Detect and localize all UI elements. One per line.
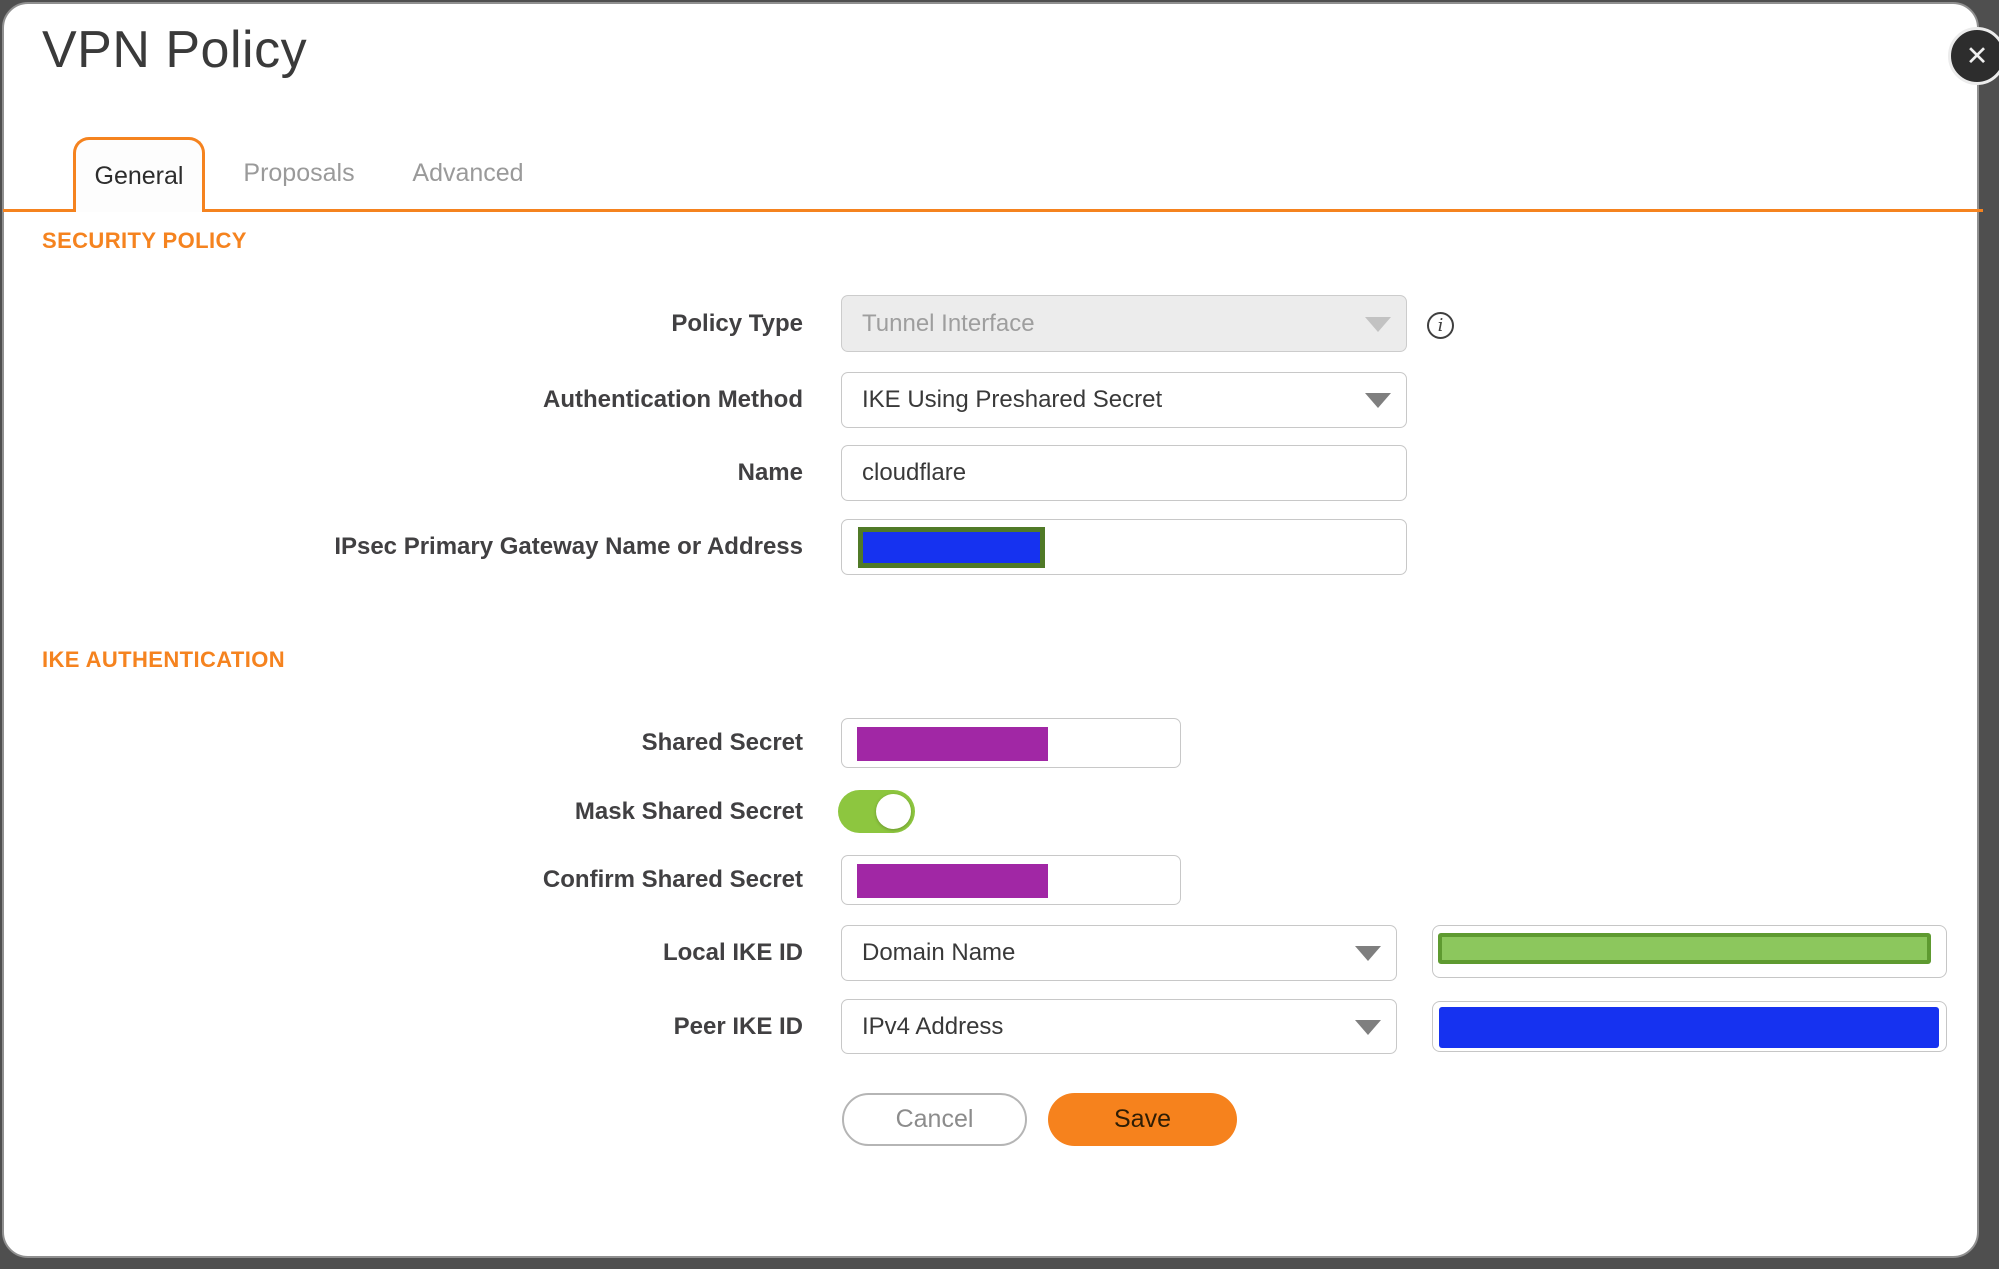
shared-secret-input[interactable]: [841, 718, 1181, 768]
page-title: VPN Policy: [42, 21, 308, 79]
chevron-down-icon: [1365, 393, 1391, 408]
shared-secret-redaction-box: [857, 727, 1048, 761]
section-ike-authentication: IKE AUTHENTICATION: [42, 647, 286, 672]
gateway-input[interactable]: [841, 519, 1407, 575]
local-ike-id-label: Local IKE ID: [662, 939, 803, 967]
chevron-down-icon: [1365, 316, 1391, 332]
name-label: Name: [737, 459, 803, 487]
local-ike-id-value-input[interactable]: [1432, 925, 1947, 978]
peer-ike-id-label: Peer IKE ID: [673, 1012, 803, 1040]
confirm-shared-secret-input[interactable]: [841, 855, 1181, 905]
tab-advanced[interactable]: Advanced: [402, 149, 534, 197]
close-icon: ✕: [1965, 40, 1989, 71]
gateway-label: IPsec Primary Gateway Name or Address: [334, 533, 803, 561]
tab-underline: [3, 209, 1983, 212]
auth-method-label: Authentication Method: [543, 386, 803, 414]
peer-ike-id-value-input[interactable]: [1432, 1001, 1947, 1052]
local-ike-id-select[interactable]: Domain Name: [841, 925, 1397, 981]
info-icon[interactable]: i: [1427, 312, 1454, 339]
tab-advanced-label: Advanced: [412, 158, 524, 187]
close-button[interactable]: ✕: [1948, 27, 1999, 85]
name-value: cloudflare: [862, 459, 967, 486]
local-ike-id-value: Domain Name: [862, 939, 1016, 966]
name-input[interactable]: cloudflare: [841, 445, 1407, 501]
policy-type-label: Policy Type: [671, 309, 803, 337]
toggle-knob: [876, 794, 911, 829]
tab-general[interactable]: General: [73, 137, 205, 212]
shared-secret-label: Shared Secret: [641, 729, 803, 757]
auth-method-value: IKE Using Preshared Secret: [862, 386, 1163, 413]
policy-type-value: Tunnel Interface: [862, 309, 1035, 337]
confirm-shared-secret-redaction-box: [857, 864, 1048, 898]
policy-type-select: Tunnel Interface: [841, 295, 1407, 352]
tab-proposals-label: Proposals: [243, 158, 355, 187]
cancel-button[interactable]: Cancel: [842, 1093, 1027, 1146]
mask-shared-secret-toggle[interactable]: [838, 790, 915, 833]
confirm-shared-secret-label: Confirm Shared Secret: [542, 866, 803, 894]
save-button-label: Save: [1114, 1105, 1171, 1133]
section-security-policy: SECURITY POLICY: [42, 228, 247, 253]
peer-ike-id-select[interactable]: IPv4 Address: [841, 999, 1397, 1054]
chevron-down-icon: [1355, 946, 1381, 961]
save-button[interactable]: Save: [1048, 1093, 1237, 1146]
mask-shared-secret-label: Mask Shared Secret: [574, 797, 803, 825]
tab-general-label: General: [94, 161, 184, 190]
chevron-down-icon: [1355, 1019, 1381, 1035]
peer-ike-id-redaction-box: [1439, 1007, 1939, 1048]
auth-method-select[interactable]: IKE Using Preshared Secret: [841, 372, 1407, 428]
cancel-button-label: Cancel: [895, 1105, 974, 1133]
peer-ike-id-value: IPv4 Address: [862, 1012, 1004, 1040]
tab-proposals[interactable]: Proposals: [233, 149, 365, 197]
gateway-redaction-box: [858, 527, 1045, 568]
local-ike-id-redaction-box: [1438, 933, 1931, 964]
